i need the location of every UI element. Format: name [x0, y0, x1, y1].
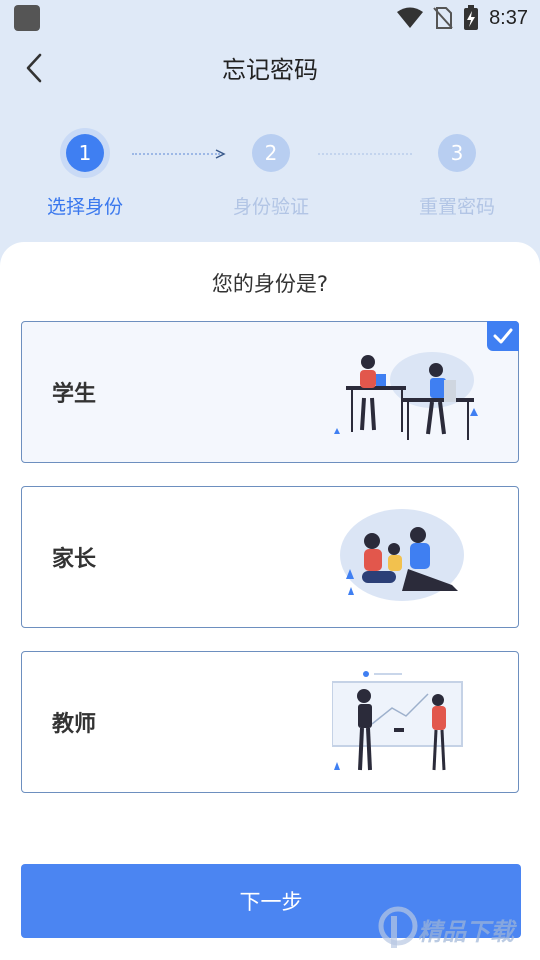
page-title: 忘记密码: [222, 56, 318, 84]
option-student-card[interactable]: 学生: [21, 321, 519, 463]
option-parent-label: 家长: [52, 547, 97, 572]
teacher-illustration-icon: [332, 671, 463, 771]
status-time: 8:37: [489, 6, 528, 29]
wifi-icon: [397, 7, 424, 28]
student-illustration-icon: [334, 352, 478, 440]
battery-charging-icon: [464, 5, 479, 30]
step-1-halo: 1: [60, 128, 110, 178]
check-icon: [487, 321, 519, 351]
option-parent-card[interactable]: 家长: [21, 486, 519, 628]
header: 忘记密码: [0, 36, 540, 102]
no-sim-icon: [433, 7, 453, 29]
step-1-label: 选择身份: [46, 196, 123, 218]
watermark: 精品下载: [376, 900, 536, 956]
option-student-label: 学生: [52, 382, 97, 407]
status-icons: 8:37: [397, 5, 528, 30]
step-3: 3 重置密码: [387, 128, 527, 219]
parent-illustration-icon: [340, 509, 464, 601]
step-2-label: 身份验证: [232, 196, 309, 218]
step-1-number: 1: [66, 134, 104, 172]
app-notification-icon: [14, 5, 40, 31]
option-teacher-label: 教师: [52, 712, 97, 737]
step-1: 1 选择身份: [15, 128, 155, 219]
stepper: 1 选择身份 2 身份验证 3 重置密码: [0, 128, 540, 228]
watermark-text: 精品下载: [418, 918, 514, 946]
step-2: 2 身份验证: [201, 128, 341, 219]
step-2-number: 2: [252, 134, 290, 172]
status-bar: 8:37: [0, 0, 540, 36]
identity-question: 您的身份是?: [211, 272, 329, 296]
step-3-halo: 3: [432, 128, 482, 178]
step-3-label: 重置密码: [418, 196, 495, 218]
option-teacher-card[interactable]: 教师: [21, 651, 519, 793]
watermark-logo-icon: [378, 906, 418, 948]
step-2-halo: 2: [246, 128, 296, 178]
step-3-number: 3: [438, 134, 476, 172]
